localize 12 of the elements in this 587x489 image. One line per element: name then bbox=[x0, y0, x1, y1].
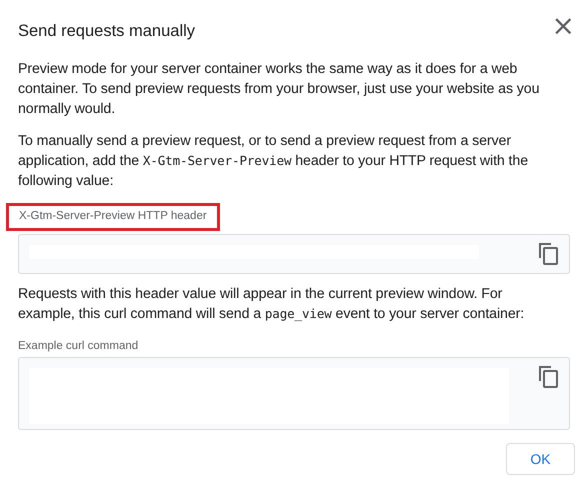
ok-button[interactable]: OK bbox=[506, 443, 575, 475]
note-text: Requests with this header value will appear in the current preview window. For example, this curl command will send a page_view event to your server container: bbox=[18, 285, 526, 324]
close-button[interactable]: × bbox=[552, 16, 575, 40]
copy-icon[interactable] bbox=[539, 243, 559, 265]
input-field[interactable] bbox=[18, 357, 570, 430]
copy-icon[interactable] bbox=[539, 366, 559, 388]
field-label: Example curl command bbox=[18, 340, 138, 352]
dialog-title: Send requests manually bbox=[18, 22, 196, 41]
instruction-text: To manually send a preview request, or to send a preview request from a server application, add the X-Gtm-Server-Preview header to your HTTP request with the following value: bbox=[18, 132, 529, 191]
intro-text: Preview mode for your server container works the same way as it does for a web container. To send preview requests from your browser, just use your website as you normally would. bbox=[18, 60, 540, 119]
input-field[interactable] bbox=[18, 234, 570, 274]
field-label: X-Gtm-Server-Preview HTTP header bbox=[6, 203, 220, 231]
